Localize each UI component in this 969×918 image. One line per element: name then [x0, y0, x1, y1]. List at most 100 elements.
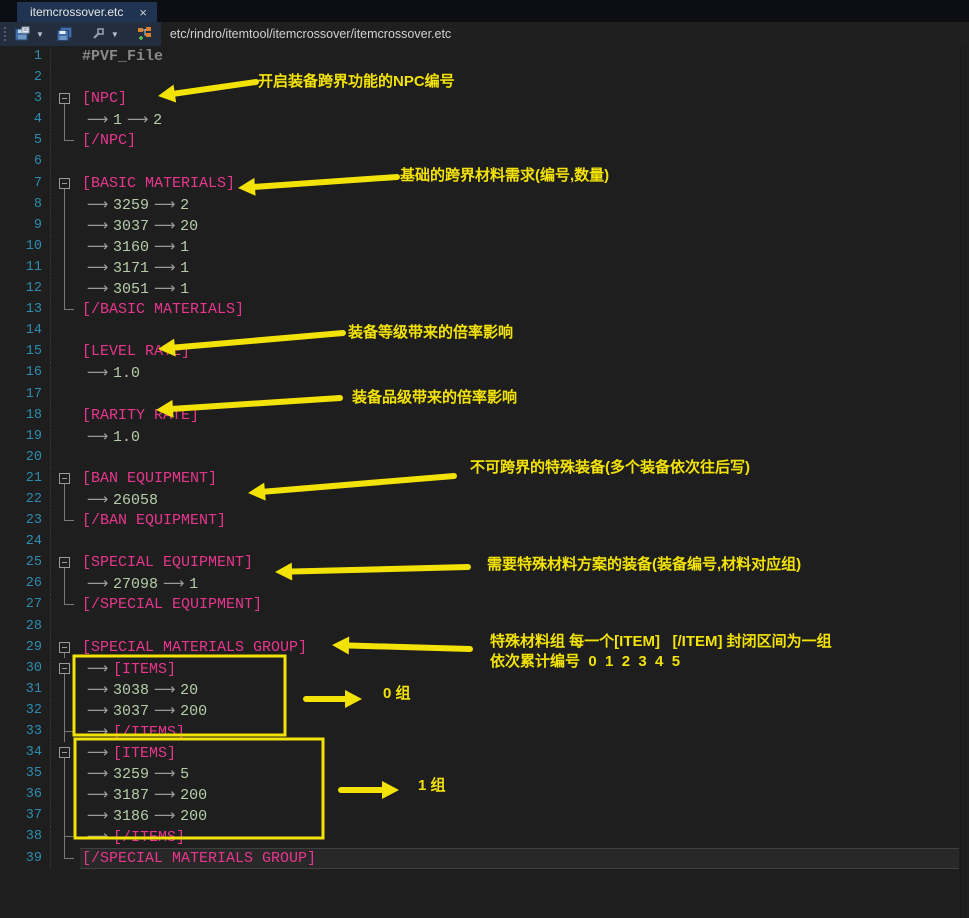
fold-margin	[50, 700, 80, 721]
fold-toggle-icon[interactable]	[50, 637, 80, 658]
code-line[interactable]: 23[/BAN EQUIPMENT]	[0, 510, 969, 531]
code-line[interactable]: 10 ⟶ 3160 ⟶ 1	[0, 236, 969, 257]
fold-toggle-icon[interactable]	[50, 658, 80, 679]
code-line[interactable]: 38 ⟶ [/ITEMS]	[0, 826, 969, 847]
code-line[interactable]: 7[BASIC MATERIALS]	[0, 173, 969, 194]
code-text: ⟶ 1.0	[80, 362, 969, 383]
code-text: ⟶ 1 ⟶ 2	[80, 109, 969, 130]
code-text: ⟶ [ITEMS]	[80, 742, 969, 763]
code-line[interactable]: 36 ⟶ 3187 ⟶ 200	[0, 784, 969, 805]
code-line[interactable]: 30 ⟶ [ITEMS]	[0, 658, 969, 679]
code-line[interactable]: 22 ⟶ 26058	[0, 489, 969, 510]
fold-margin	[50, 151, 80, 172]
code-line[interactable]: 31 ⟶ 3038 ⟶ 20	[0, 679, 969, 700]
code-line[interactable]: 35 ⟶ 3259 ⟶ 5	[0, 763, 969, 784]
code-text: [NPC]	[80, 88, 969, 109]
code-text	[80, 67, 969, 88]
file-path-bar[interactable]: etc/rindro/itemtool/itemcrossover/itemcr…	[161, 22, 969, 46]
line-number: 2	[0, 67, 50, 88]
line-number: 16	[0, 362, 50, 383]
tree-add-button[interactable]	[135, 24, 155, 44]
save-button[interactable]	[12, 24, 32, 44]
line-number: 9	[0, 215, 50, 236]
code-line[interactable]: 17	[0, 384, 969, 405]
fold-toggle-icon[interactable]	[50, 173, 80, 194]
code-line[interactable]: 6	[0, 151, 969, 172]
fold-toggle-icon[interactable]	[50, 88, 80, 109]
line-number: 13	[0, 299, 50, 320]
code-line[interactable]: 32 ⟶ 3037 ⟶ 200	[0, 700, 969, 721]
code-line[interactable]: 16 ⟶ 1.0	[0, 362, 969, 383]
fold-margin	[50, 278, 80, 299]
tab-label: itemcrossover.etc	[30, 5, 123, 19]
code-line[interactable]: 20	[0, 447, 969, 468]
tab-close-icon[interactable]: ×	[139, 6, 147, 19]
code-line[interactable]: 18[RARITY RATE]	[0, 405, 969, 426]
code-line[interactable]: 28	[0, 616, 969, 637]
code-line[interactable]: 11 ⟶ 3171 ⟶ 1	[0, 257, 969, 278]
code-line[interactable]: 37 ⟶ 3186 ⟶ 200	[0, 805, 969, 826]
fold-margin	[50, 826, 80, 847]
code-text: [LEVEL RATE]	[80, 341, 969, 362]
tool-icon	[91, 27, 105, 41]
code-line[interactable]: 9 ⟶ 3037 ⟶ 20	[0, 215, 969, 236]
line-number: 17	[0, 384, 50, 405]
code-line[interactable]: 34 ⟶ [ITEMS]	[0, 742, 969, 763]
code-line[interactable]: 39[/SPECIAL MATERIALS GROUP]	[0, 848, 969, 869]
code-text: [BASIC MATERIALS]	[80, 173, 969, 194]
code-line[interactable]: 25[SPECIAL EQUIPMENT]	[0, 552, 969, 573]
code-text: ⟶ 3037 ⟶ 200	[80, 700, 969, 721]
code-line[interactable]: 5[/NPC]	[0, 130, 969, 151]
code-line[interactable]: 3[NPC]	[0, 88, 969, 109]
save-icon	[14, 26, 30, 42]
tool-button[interactable]	[89, 24, 107, 44]
code-text: #PVF_File	[80, 46, 969, 67]
fold-margin	[50, 109, 80, 130]
fold-toggle-icon[interactable]	[50, 552, 80, 573]
code-line[interactable]: 4 ⟶ 1 ⟶ 2	[0, 109, 969, 130]
code-text: ⟶ [/ITEMS]	[80, 721, 969, 742]
fold-toggle-icon[interactable]	[50, 468, 80, 489]
line-number: 25	[0, 552, 50, 573]
line-number: 24	[0, 531, 50, 552]
code-line[interactable]: 29[SPECIAL MATERIALS GROUP]	[0, 637, 969, 658]
code-line[interactable]: 14	[0, 320, 969, 341]
fold-toggle-icon[interactable]	[50, 742, 80, 763]
fold-margin	[50, 405, 80, 426]
code-line[interactable]: 2	[0, 67, 969, 88]
save-dropdown-caret[interactable]: ▼	[32, 30, 48, 39]
code-line[interactable]: 21[BAN EQUIPMENT]	[0, 468, 969, 489]
code-line[interactable]: 19 ⟶ 1.0	[0, 426, 969, 447]
code-line[interactable]: 26 ⟶ 27098 ⟶ 1	[0, 573, 969, 594]
line-number: 8	[0, 194, 50, 215]
code-text	[80, 531, 969, 552]
code-text: [/BAN EQUIPMENT]	[80, 510, 969, 531]
code-text	[80, 447, 969, 468]
line-number: 20	[0, 447, 50, 468]
fold-margin	[50, 573, 80, 594]
save-all-icon	[56, 26, 73, 42]
code-text: ⟶ 3037 ⟶ 20	[80, 215, 969, 236]
tool-dropdown-caret[interactable]: ▼	[107, 30, 123, 39]
line-number: 26	[0, 573, 50, 594]
code-line[interactable]: 27[/SPECIAL EQUIPMENT]	[0, 594, 969, 615]
tab-itemcrossover[interactable]: itemcrossover.etc ×	[17, 2, 157, 22]
code-editor[interactable]: 1#PVF_File23[NPC]4 ⟶ 1 ⟶ 25[/NPC]67[BASI…	[0, 46, 969, 918]
code-line[interactable]: 15[LEVEL RATE]	[0, 341, 969, 362]
code-line[interactable]: 12 ⟶ 3051 ⟶ 1	[0, 278, 969, 299]
code-line[interactable]: 24	[0, 531, 969, 552]
code-line[interactable]: 1#PVF_File	[0, 46, 969, 67]
toolbar: ▼ ▼ etc/ri	[0, 22, 969, 46]
toolbar-grip-handle[interactable]	[3, 26, 8, 43]
code-text: [SPECIAL MATERIALS GROUP]	[80, 637, 969, 658]
fold-margin	[50, 679, 80, 700]
line-number: 10	[0, 236, 50, 257]
code-line[interactable]: 8 ⟶ 3259 ⟶ 2	[0, 194, 969, 215]
code-text: ⟶ 27098 ⟶ 1	[80, 573, 969, 594]
line-number: 5	[0, 130, 50, 151]
fold-margin	[50, 447, 80, 468]
code-line[interactable]: 33 ⟶ [/ITEMS]	[0, 721, 969, 742]
fold-margin	[50, 616, 80, 637]
code-line[interactable]: 13[/BASIC MATERIALS]	[0, 299, 969, 320]
save-all-button[interactable]	[54, 24, 75, 44]
